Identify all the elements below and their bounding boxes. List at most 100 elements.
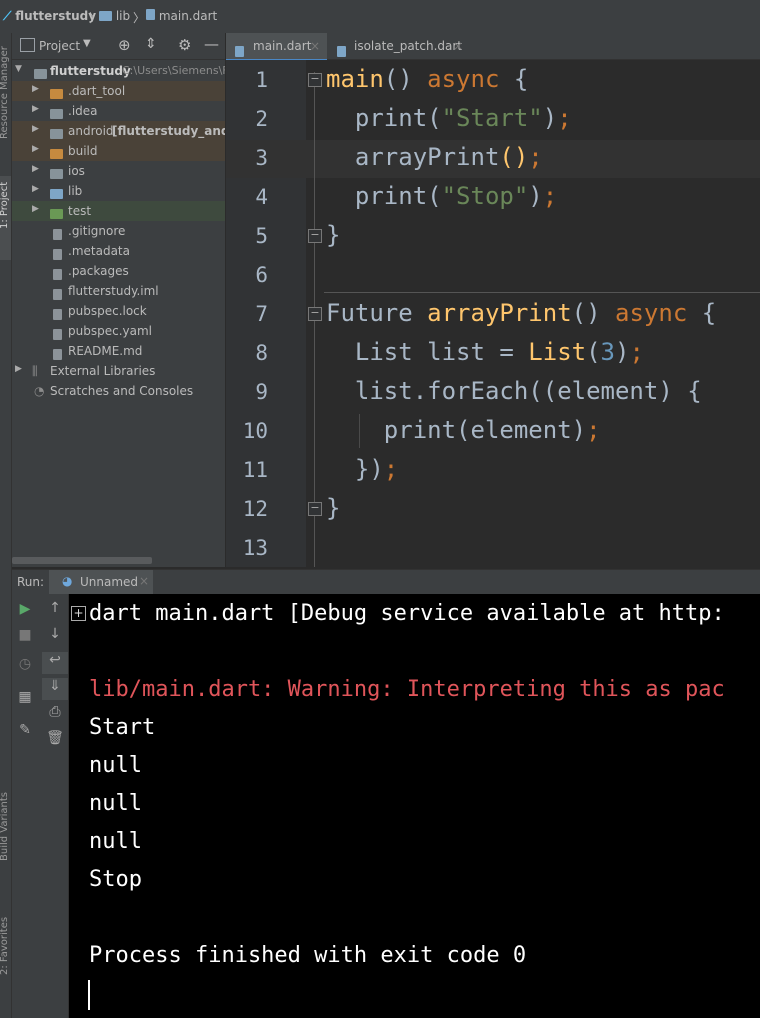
- tab-main-dart[interactable]: main.dart ×: [226, 33, 327, 62]
- code-token: "Start": [441, 104, 543, 132]
- trash-icon[interactable]: 🗑: [42, 730, 68, 752]
- expand-arrow-icon[interactable]: ▶: [15, 364, 22, 374]
- project-tool-tab[interactable]: 1: Project: [0, 182, 10, 229]
- code-token: print(: [326, 104, 442, 132]
- code-token: (: [586, 338, 601, 366]
- dart-globe-icon: ◕: [62, 574, 73, 588]
- expand-arrow-icon[interactable]: ▶: [32, 164, 39, 174]
- tree-item[interactable]: pubspec.lock: [12, 301, 225, 321]
- gear-icon[interactable]: ⚙: [178, 36, 191, 54]
- project-view-selector[interactable]: Project: [39, 39, 80, 53]
- code-line: List list = List(3);: [326, 338, 644, 366]
- close-icon[interactable]: ×: [139, 574, 149, 588]
- expand-arrow-icon[interactable]: ▶: [32, 204, 39, 214]
- project-panel-header: Project ▼ ⊕ ⇕ ⚙ —: [12, 33, 225, 60]
- code-token: }: [326, 221, 341, 249]
- scratches-icon: ◔: [34, 384, 45, 398]
- expand-arrow-icon[interactable]: ▶: [32, 124, 39, 134]
- fold-marker-icon[interactable]: −: [308, 502, 322, 516]
- close-icon[interactable]: ×: [453, 39, 463, 53]
- line-number: 3: [255, 146, 268, 170]
- console-line: dart main.dart [Debug service available …: [89, 601, 725, 626]
- locate-target-icon[interactable]: ⊕: [118, 36, 131, 54]
- soft-wrap-icon[interactable]: ↩: [42, 652, 68, 674]
- folder-icon: [99, 11, 112, 21]
- tree-item[interactable]: .metadata: [12, 241, 225, 261]
- restart-timer-icon[interactable]: ◷: [12, 656, 38, 678]
- tree-item[interactable]: .gitignore: [12, 221, 225, 241]
- rerun-icon[interactable]: ▶: [12, 601, 38, 623]
- print-icon[interactable]: ⎙: [42, 704, 68, 726]
- expand-arrow-icon[interactable]: ▼: [15, 64, 22, 74]
- tree-item[interactable]: ▶ .idea: [12, 101, 225, 121]
- navigation-bar: ⟋ flutterstudy 〉 lib 〉 main.dart: [0, 0, 760, 34]
- line-number: 6: [255, 263, 268, 287]
- code-token: arrayPrint: [326, 143, 500, 171]
- build-variants-tab[interactable]: Build Variants: [0, 792, 10, 861]
- expand-arrow-icon[interactable]: ▶: [32, 84, 39, 94]
- tree-root[interactable]: ▼ flutterstudy C:\Users\Siemens\F: [12, 61, 225, 81]
- arrow-down-icon[interactable]: ↓: [42, 626, 68, 648]
- favorites-tab[interactable]: 2: Favorites: [0, 917, 10, 975]
- console-line: lib/main.dart: Warning: Interpreting thi…: [89, 677, 725, 702]
- code-token: }: [326, 494, 341, 522]
- code-token: List list =: [326, 338, 529, 366]
- fold-marker-icon[interactable]: −: [308, 229, 322, 243]
- code-token: ;: [528, 143, 543, 171]
- chevron-down-icon[interactable]: ▼: [83, 38, 91, 49]
- code-line: print("Stop");: [326, 182, 557, 210]
- breadcrumb-folder[interactable]: lib: [99, 9, 130, 23]
- tree-item[interactable]: pubspec.yaml: [12, 321, 225, 341]
- tree-item[interactable]: ▶ build: [12, 141, 225, 161]
- tree-external-libraries[interactable]: ▶ ⫼ External Libraries: [12, 361, 225, 381]
- code-line: });: [326, 455, 398, 483]
- tree-item[interactable]: ▶ test: [12, 201, 225, 221]
- fold-marker-icon[interactable]: −: [308, 307, 322, 321]
- code-token: {: [499, 65, 529, 93]
- scroll-to-end-icon[interactable]: ⇓: [42, 678, 68, 700]
- expand-plus-icon[interactable]: +: [71, 606, 86, 621]
- expand-arrow-icon[interactable]: ▶: [32, 184, 39, 194]
- code-line: Future arrayPrint() async {: [326, 299, 716, 327]
- layout-icon[interactable]: ▦: [12, 689, 38, 711]
- console-line: null: [89, 753, 142, 778]
- code-line: print(element);: [326, 416, 601, 444]
- console-line: Process finished with exit code 0: [89, 943, 527, 968]
- tree-item[interactable]: ▶ lib: [12, 181, 225, 201]
- code-editor[interactable]: 1 2 3 4 5 6 7 8 9 10 11 12 13 main() async { print("…: [226, 60, 760, 567]
- tree-item[interactable]: ▶ ios: [12, 161, 225, 181]
- tree-item[interactable]: README.md: [12, 341, 225, 361]
- stop-icon[interactable]: ■: [12, 627, 38, 649]
- expand-arrow-icon[interactable]: ▶: [32, 104, 39, 114]
- code-token: ;: [383, 455, 399, 483]
- tree-item[interactable]: ▶android[flutterstudy_android]: [12, 121, 225, 141]
- tree-item[interactable]: flutterstudy.iml: [12, 281, 225, 301]
- run-label: Run:: [17, 575, 45, 589]
- collapse-all-icon[interactable]: ⇕: [145, 36, 157, 52]
- pin-icon[interactable]: ✎: [12, 722, 38, 744]
- code-token: ): [542, 104, 558, 132]
- tree-item[interactable]: ▶ .dart_tool: [12, 81, 225, 101]
- code-token: ): [528, 182, 543, 210]
- code-line: arrayPrint();: [326, 143, 543, 171]
- code-token: }): [326, 455, 384, 483]
- close-icon[interactable]: ×: [310, 39, 320, 53]
- horizontal-scrollbar[interactable]: [12, 557, 152, 564]
- code-token: List: [528, 338, 587, 366]
- expand-arrow-icon[interactable]: ▶: [32, 144, 39, 154]
- minimize-icon[interactable]: —: [204, 35, 219, 53]
- breadcrumb-project[interactable]: ⟋ flutterstudy: [3, 9, 96, 24]
- breadcrumb-file[interactable]: main.dart: [146, 9, 217, 23]
- fold-marker-icon[interactable]: −: [308, 73, 322, 87]
- tree-item[interactable]: .packages: [12, 261, 225, 281]
- tab-isolate-patch[interactable]: isolate_patch.dart ×: [328, 33, 468, 59]
- code-token: arrayPrint: [427, 299, 572, 327]
- tree-scratches[interactable]: ◔ Scratches and Consoles: [12, 381, 225, 401]
- code-token: {: [687, 299, 717, 327]
- console-output[interactable]: + dart main.dart [Debug service availabl…: [69, 594, 760, 1018]
- line-number: 12: [242, 497, 268, 521]
- resource-manager-tab[interactable]: Resource Manager: [0, 46, 10, 139]
- project-view-icon: [20, 38, 35, 52]
- run-config-tab[interactable]: ◕ Unnamed ×: [49, 570, 153, 596]
- arrow-up-icon[interactable]: ↑: [42, 600, 68, 622]
